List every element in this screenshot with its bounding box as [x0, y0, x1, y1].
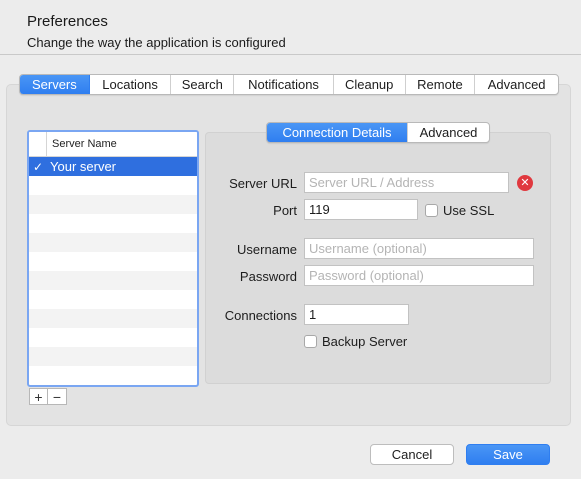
empty-row [29, 271, 197, 290]
empty-row [29, 252, 197, 271]
password-input[interactable] [304, 265, 534, 286]
page-subtitle: Change the way the application is config… [27, 35, 286, 50]
tab-servers[interactable]: Servers [20, 75, 90, 94]
clear-icon[interactable]: ✕ [517, 175, 533, 191]
empty-row [29, 233, 197, 252]
remove-server-button[interactable]: − [48, 388, 67, 405]
username-label: Username [237, 242, 297, 257]
connections-label: Connections [224, 308, 297, 323]
server-url-input[interactable] [304, 172, 509, 193]
empty-row [29, 328, 197, 347]
empty-row [29, 309, 197, 328]
page-title: Preferences [27, 13, 108, 30]
server-list-header: Server Name [29, 132, 197, 157]
empty-row [29, 347, 197, 366]
empty-row [29, 290, 197, 309]
tab-notifications[interactable]: Notifications [234, 75, 334, 94]
empty-row [29, 366, 197, 385]
tab-advanced[interactable]: Advanced [475, 75, 558, 94]
backup-server-checkbox-box[interactable] [304, 335, 317, 348]
port-label: Port [273, 203, 297, 218]
preferences-tabbar: Servers Locations Search Notifications C… [19, 74, 559, 95]
server-enabled-checkbox[interactable]: ✓ [29, 160, 47, 174]
checkbox-column-header[interactable] [29, 132, 47, 156]
password-label: Password [239, 269, 297, 284]
server-row[interactable]: ✓ Your server [29, 157, 197, 176]
cancel-button[interactable]: Cancel [370, 444, 454, 465]
tab-search[interactable]: Search [171, 75, 235, 94]
username-input[interactable] [304, 238, 534, 259]
tab-remote[interactable]: Remote [406, 75, 476, 94]
server-list[interactable]: Server Name ✓ Your server [27, 130, 199, 387]
port-input[interactable] [304, 199, 418, 220]
list-add-remove-controls: + − [29, 388, 67, 405]
backup-server-label: Backup Server [322, 334, 408, 349]
add-server-button[interactable]: + [29, 388, 48, 405]
tab-cleanup[interactable]: Cleanup [334, 75, 406, 94]
save-button[interactable]: Save [466, 444, 550, 465]
use-ssl-checkbox[interactable]: Use SSL [425, 203, 494, 218]
detail-segmented-control: Connection Details Advanced [266, 122, 490, 143]
use-ssl-label: Use SSL [443, 203, 495, 218]
server-name-column-header[interactable]: Server Name [47, 138, 117, 150]
tab-detail-advanced[interactable]: Advanced [407, 123, 489, 142]
connections-input[interactable] [304, 304, 409, 325]
window-header: Preferences Change the way the applicati… [0, 0, 581, 55]
tab-connection-details[interactable]: Connection Details [267, 123, 407, 142]
server-row-name: Your server [50, 159, 116, 174]
tab-locations[interactable]: Locations [90, 75, 172, 94]
backup-server-checkbox[interactable]: Backup Server [304, 334, 407, 349]
use-ssl-checkbox-box[interactable] [425, 204, 438, 217]
server-url-label: Server URL [229, 176, 297, 191]
empty-row [29, 176, 197, 195]
empty-row [29, 195, 197, 214]
empty-row [29, 214, 197, 233]
